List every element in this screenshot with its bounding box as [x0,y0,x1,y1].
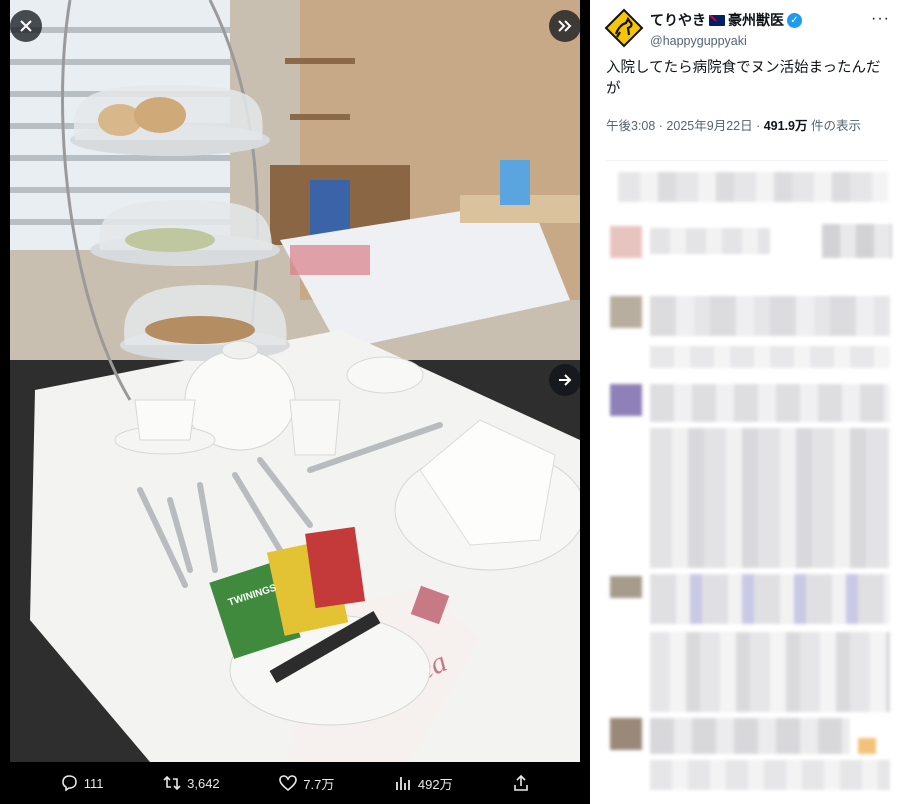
tweet-view-suffix: 件の表示 [807,119,861,133]
blurred-avatar [610,384,642,416]
divider [606,160,888,161]
share-icon [514,774,528,791]
close-button[interactable] [10,10,42,42]
blurred-reply [650,574,890,624]
next-image-button[interactable] [549,364,581,396]
tweet-header: てりやき 豪州獣医 ✓ @happyguppyaki ··· [604,8,894,50]
reply-icon [61,775,77,792]
display-name-suffix: 豪州獣医 [728,12,784,28]
retweet-count: 3,642 [187,775,220,791]
tweet-meta: 午後3:08 · 2025年9月22日 · 491.9万 件の表示 [606,116,888,136]
blurred-reply [650,632,890,712]
tweet-view-count: 491.9万 [763,119,808,133]
australia-flag-icon [709,14,725,26]
app-window: High Tea TWININGS 111 [0,0,900,804]
user-handle[interactable]: @happyguppyaki [650,34,802,48]
retweet-icon [163,775,181,791]
like-count: 7.7万 [303,776,335,792]
display-name-text: てりやき [650,12,706,28]
author-names: てりやき 豪州獣医 ✓ @happyguppyaki [650,10,802,48]
double-chevron-right-icon [558,20,572,32]
media-viewer: High Tea TWININGS 111 [0,0,590,804]
tweet-photo[interactable]: High Tea TWININGS [10,0,580,762]
tweet-text: 入院してたら病院食でヌン活始まったんだが [606,60,881,97]
photo-illustration: High Tea TWININGS [10,0,580,762]
retweet-button[interactable]: 3,642 [163,774,220,792]
view-count: 492万 [417,776,453,792]
arrow-right-icon [559,374,572,386]
collapse-panel-button[interactable] [549,10,581,42]
tweet-timestamp[interactable]: 午後3:08 · 2025年9月22日 · [606,119,764,133]
pixelated-replies [600,166,898,796]
blurred-emoji [858,738,876,754]
blurred-avatar [610,576,642,598]
more-options-button[interactable]: ··· [871,10,890,28]
blurred-reply [618,172,888,202]
share-button[interactable] [512,774,530,792]
blurred-reply [822,224,892,258]
bar-chart-icon [396,777,410,790]
blurred-reply [650,718,850,754]
verified-badge-icon: ✓ [787,12,802,28]
heart-icon [279,775,298,792]
blurred-reply [650,228,770,254]
reply-button[interactable]: 111 [60,774,104,792]
close-icon [20,20,32,32]
blurred-avatar [610,718,642,750]
blurred-reply [650,760,890,790]
blurred-reply [650,428,890,568]
tweet-detail-panel: てりやき 豪州獣医 ✓ @happyguppyaki ··· 入院してたら病院食… [590,0,900,804]
media-action-bar: 111 3,642 7.7万 492万 [0,762,590,804]
blurred-reply [650,384,890,422]
blurred-avatar [610,226,642,258]
blurred-avatar [610,296,642,328]
blurred-reply [650,346,890,368]
reply-count: 111 [83,775,104,791]
like-button[interactable]: 7.7万 [279,774,334,793]
blurred-reply [650,296,890,336]
views-button[interactable]: 492万 [394,774,453,793]
display-name[interactable]: てりやき 豪州獣医 ✓ [650,10,802,30]
avatar[interactable] [604,8,644,48]
